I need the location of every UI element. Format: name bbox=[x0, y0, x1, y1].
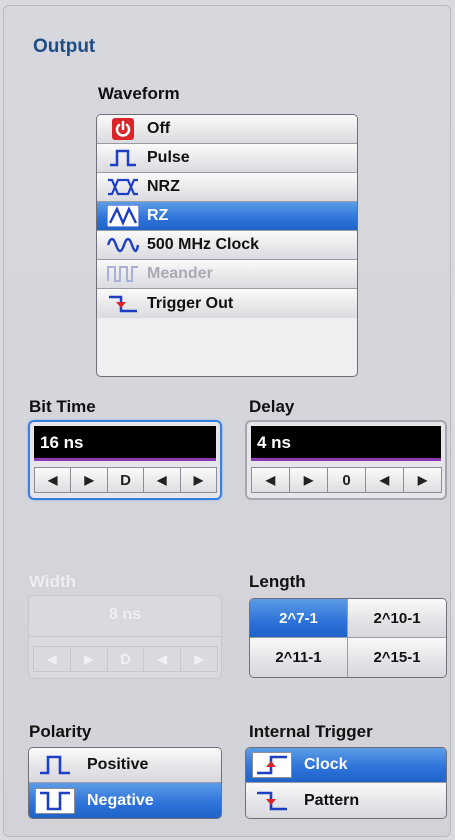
waveform-trigger-out-label: Trigger Out bbox=[147, 294, 234, 312]
waveform-meander-button[interactable]: Meander bbox=[97, 260, 357, 289]
power-icon bbox=[107, 118, 139, 140]
waveform-off-label: Off bbox=[147, 120, 171, 137]
waveform-meander-label: Meander bbox=[147, 265, 213, 282]
waveform-nrz-label: NRZ bbox=[147, 178, 180, 195]
delay-fine-increment-button[interactable]: ▶ bbox=[403, 467, 442, 493]
trigger-clock-button[interactable]: Clock bbox=[246, 748, 446, 783]
length-2-7-button[interactable]: 2^7-1 bbox=[250, 599, 348, 638]
waveform-nrz-button[interactable]: NRZ bbox=[97, 173, 357, 202]
waveform-pulse-label: Pulse bbox=[147, 149, 190, 166]
length-label: Length bbox=[249, 572, 306, 591]
waveform-clock-button[interactable]: 500 MHz Clock bbox=[97, 231, 357, 260]
delay-fine-decrement-button[interactable]: ◀ bbox=[365, 467, 404, 493]
waveform-rz-label: RZ bbox=[147, 207, 169, 224]
width-fine-decrement-button: ◀ bbox=[143, 646, 182, 672]
bit-time-default-button[interactable]: D bbox=[106, 467, 145, 493]
negative-pulse-icon bbox=[35, 787, 75, 814]
delay-coarse-increment-button[interactable]: ▶ bbox=[289, 467, 328, 493]
pulse-icon bbox=[107, 147, 139, 169]
bit-time-coarse-increment-button[interactable]: ▶ bbox=[70, 467, 108, 493]
width-default-button: D bbox=[106, 646, 145, 672]
polarity-positive-button[interactable]: Positive bbox=[29, 748, 221, 783]
waveform-label: Waveform bbox=[98, 84, 180, 103]
bit-time-value[interactable]: 16 ns bbox=[34, 426, 216, 461]
waveform-rz-button[interactable]: RZ bbox=[97, 202, 357, 231]
section-title: Output bbox=[33, 36, 96, 57]
waveform-off-button[interactable]: Off bbox=[97, 115, 357, 144]
waveform-clock-label: 500 MHz Clock bbox=[147, 236, 260, 253]
width-control: 8 ns ◀ ▶ D ◀ ▶ bbox=[28, 595, 222, 679]
width-fine-increment-button: ▶ bbox=[180, 646, 218, 672]
polarity-selector: Positive Negative bbox=[28, 747, 222, 819]
delay-zero-button[interactable]: 0 bbox=[327, 467, 366, 493]
internal-trigger-label: Internal Trigger bbox=[249, 722, 373, 741]
internal-trigger-selector: Clock Pattern bbox=[245, 747, 447, 819]
width-label: Width bbox=[29, 572, 77, 591]
bit-time-fine-increment-button[interactable]: ▶ bbox=[179, 467, 218, 493]
polarity-label: Polarity bbox=[29, 722, 92, 741]
delay-value[interactable]: 4 ns bbox=[251, 426, 441, 461]
trigger-pattern-label: Pattern bbox=[304, 791, 360, 809]
width-coarse-increment-button: ▶ bbox=[69, 646, 108, 672]
waveform-list: Off Pulse NRZ RZ 500 MHz Clock Meander T… bbox=[96, 114, 358, 377]
positive-pulse-icon bbox=[35, 752, 75, 778]
trigger-out-icon bbox=[107, 293, 139, 315]
length-selector: 2^7-1 2^10-1 2^11-1 2^15-1 bbox=[249, 598, 447, 678]
bit-time-fine-decrement-button[interactable]: ◀ bbox=[143, 467, 181, 493]
bit-time-label: Bit Time bbox=[29, 397, 96, 416]
width-value: 8 ns bbox=[108, 606, 141, 623]
nrz-icon bbox=[107, 176, 139, 198]
polarity-negative-button[interactable]: Negative bbox=[29, 783, 221, 818]
delay-control[interactable]: 4 ns ◀ ▶ 0 ◀ ▶ bbox=[245, 420, 447, 500]
polarity-negative-label: Negative bbox=[87, 791, 154, 809]
meander-icon bbox=[107, 263, 139, 285]
rz-icon bbox=[107, 205, 139, 227]
length-2-10-button[interactable]: 2^10-1 bbox=[348, 599, 446, 638]
waveform-trigger-out-button[interactable]: Trigger Out bbox=[97, 289, 357, 318]
delay-label: Delay bbox=[249, 397, 295, 416]
sine-icon bbox=[107, 234, 139, 256]
length-2-11-button[interactable]: 2^11-1 bbox=[250, 638, 348, 677]
trigger-clock-label: Clock bbox=[304, 756, 348, 773]
output-panel: Output Waveform Off Pulse NRZ RZ 500 MHz… bbox=[3, 5, 451, 837]
trigger-pattern-button[interactable]: Pattern bbox=[246, 783, 446, 818]
bit-time-control[interactable]: 16 ns ◀ ▶ D ◀ ▶ bbox=[28, 420, 222, 500]
waveform-pulse-button[interactable]: Pulse bbox=[97, 144, 357, 173]
rising-edge-icon bbox=[252, 752, 292, 778]
polarity-positive-label: Positive bbox=[87, 756, 149, 773]
bit-time-coarse-decrement-button[interactable]: ◀ bbox=[34, 467, 72, 493]
falling-edge-icon bbox=[252, 788, 292, 814]
length-2-15-button[interactable]: 2^15-1 bbox=[348, 638, 446, 677]
width-coarse-decrement-button: ◀ bbox=[33, 646, 71, 672]
delay-coarse-decrement-button[interactable]: ◀ bbox=[251, 467, 290, 493]
